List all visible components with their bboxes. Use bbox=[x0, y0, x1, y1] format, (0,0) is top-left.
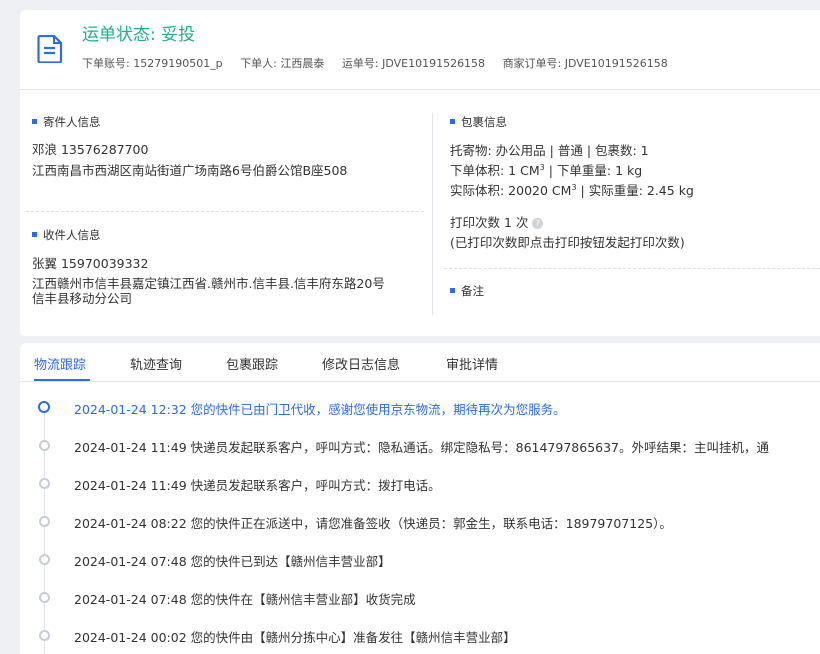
remarks-section-title: 备注 bbox=[450, 283, 484, 299]
actual-volume-exponent: 3 bbox=[571, 182, 577, 192]
active-tab-indicator bbox=[34, 379, 90, 381]
timeline-text: 2024-01-24 11:49 快递员发起联系客户，呼叫方式：隐私通话。绑定隐… bbox=[74, 440, 770, 455]
package-order-volume-weight: 下单体积: 1 CM3 | 下单重量: 1 kg bbox=[450, 162, 642, 180]
timeline-dot-icon bbox=[39, 440, 50, 451]
timeline-dot-icon bbox=[39, 592, 50, 603]
timeline-dot-icon bbox=[39, 630, 50, 641]
section-divider bbox=[26, 211, 424, 212]
document-icon bbox=[37, 35, 63, 63]
sender-address: 江西南昌市西湖区南站街道广场南路6号伯爵公馆B座508 bbox=[32, 163, 348, 178]
package-section-title: 包裹信息 bbox=[450, 114, 507, 130]
timeline-item: 2024-01-24 08:22 您的快件正在派送中，请您准备签收（快递员：郭金… bbox=[20, 496, 820, 534]
receiver-address-line2: 信丰县移动分公司 bbox=[32, 291, 133, 306]
print-count-hint: (已打印次数即点击打印按钮发起打印次数) bbox=[450, 235, 685, 250]
timeline-text: 2024-01-24 07:48 您的快件已到达【赣州信丰营业部】 bbox=[74, 554, 391, 569]
question-icon[interactable]: ? bbox=[532, 218, 544, 229]
merchant-order-number: 商家订单号: JDVE10191526158 bbox=[502, 57, 668, 70]
timeline-dot-icon bbox=[39, 516, 50, 527]
sender-section-title: 寄件人信息 bbox=[32, 114, 101, 130]
waybill-status-title: 运单状态: 妥投 bbox=[82, 25, 196, 45]
timeline-dot-icon bbox=[39, 554, 50, 565]
print-count-row: 打印次数 1 次? bbox=[450, 214, 544, 232]
print-count: 打印次数 1 次 bbox=[450, 215, 529, 230]
order-volume-exponent: 3 bbox=[539, 162, 545, 172]
order-account: 下单账号: 15279190501_p bbox=[82, 57, 223, 70]
timeline-text: 2024-01-24 00:02 您的快件由【赣州分拣中心】准备发往【赣州信丰营… bbox=[74, 630, 516, 645]
actual-weight: | 实际重量: 2.45 kg bbox=[580, 183, 694, 198]
timeline-text: 2024-01-24 07:48 您的快件在【赣州信丰营业部】收货完成 bbox=[74, 592, 416, 607]
waybill-number: 运单号: JDVE10191526158 bbox=[341, 57, 486, 70]
timeline-item: 2024-01-24 12:32 您的快件已由门卫代收，感谢您使用京东物流，期待… bbox=[20, 382, 820, 420]
sender-name-phone: 邓浪 13576287700 bbox=[32, 142, 149, 157]
timeline-dot-icon bbox=[39, 478, 50, 489]
tab-logistics-tracking[interactable]: 物流跟踪 bbox=[34, 354, 86, 373]
actual-volume: 实际体积: 20020 CM bbox=[450, 183, 572, 198]
waybill-meta-row: 下单账号: 15279190501_p 下单人: 江西晨泰 运单号: JDVE1… bbox=[82, 55, 682, 71]
timeline-text: 2024-01-24 08:22 您的快件正在派送中，请您准备签收（快递员：郭金… bbox=[74, 516, 672, 531]
order-weight: | 下单重量: 1 kg bbox=[548, 163, 643, 178]
tab-trace-query[interactable]: 轨迹查询 bbox=[130, 354, 182, 373]
timeline-current-dot-icon bbox=[38, 401, 50, 413]
receiver-name-phone: 张翼 15970039332 bbox=[32, 256, 149, 271]
order-volume: 下单体积: 1 CM bbox=[450, 163, 540, 178]
timeline-item: 2024-01-24 11:49 快递员发起联系客户，呼叫方式：拨打电话。 bbox=[20, 458, 820, 496]
tab-modify-log[interactable]: 修改日志信息 bbox=[322, 354, 400, 373]
timeline-text: 2024-01-24 11:49 快递员发起联系客户，呼叫方式：拨打电话。 bbox=[74, 478, 441, 493]
column-divider bbox=[432, 113, 433, 315]
orderer: 下单人: 江西晨泰 bbox=[240, 57, 325, 70]
timeline-item: 2024-01-24 11:49 快递员发起联系客户，呼叫方式：隐私通话。绑定隐… bbox=[20, 420, 820, 458]
waybill-info-card: 运单状态: 妥投 下单账号: 15279190501_p 下单人: 江西晨泰 运… bbox=[20, 10, 820, 336]
timeline-item: 2024-01-24 07:48 您的快件已到达【赣州信丰营业部】 bbox=[20, 534, 820, 572]
tracking-tabs: 物流跟踪 轨迹查询 包裹跟踪 修改日志信息 审批详情 bbox=[20, 343, 820, 382]
package-actual-volume-weight: 实际体积: 20020 CM3 | 实际重量: 2.45 kg bbox=[450, 182, 694, 200]
tab-package-tracking[interactable]: 包裹跟踪 bbox=[226, 354, 278, 373]
waybill-header: 运单状态: 妥投 下单账号: 15279190501_p 下单人: 江西晨泰 运… bbox=[20, 10, 820, 90]
timeline-item: 2024-01-24 07:48 您的快件在【赣州信丰营业部】收货完成 bbox=[20, 572, 820, 610]
tab-approval-details[interactable]: 审批详情 bbox=[446, 354, 498, 373]
tracking-card: 物流跟踪 轨迹查询 包裹跟踪 修改日志信息 审批详情 2024-01-24 12… bbox=[20, 343, 820, 654]
receiver-section-title: 收件人信息 bbox=[32, 227, 101, 243]
package-goods: 托寄物: 办公用品 | 普通 | 包裹数: 1 bbox=[450, 143, 649, 158]
section-divider bbox=[444, 268, 820, 269]
timeline-text: 2024-01-24 12:32 您的快件已由门卫代收，感谢您使用京东物流，期待… bbox=[74, 402, 566, 417]
timeline-item: 2024-01-24 00:02 您的快件由【赣州分拣中心】准备发往【赣州信丰营… bbox=[20, 610, 820, 648]
